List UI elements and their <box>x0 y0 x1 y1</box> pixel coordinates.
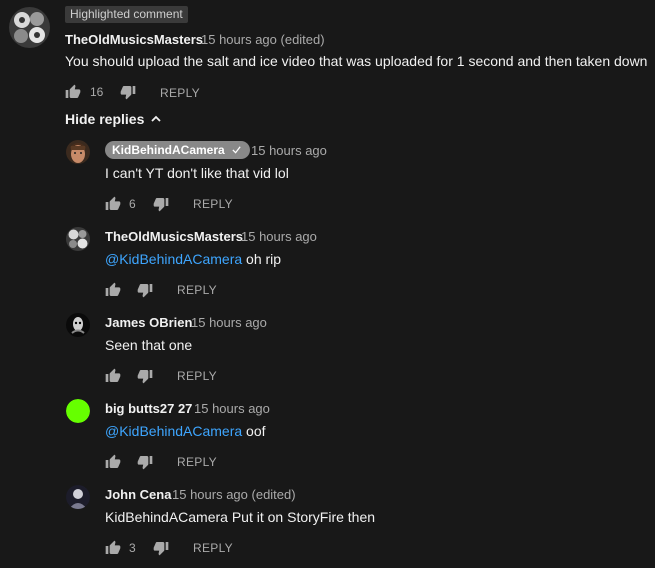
reply-text-container: @KidBehindACamera oh rip <box>105 251 281 267</box>
avatar-image <box>66 399 90 423</box>
avatar-image <box>66 227 90 251</box>
thumb-down-icon[interactable] <box>153 540 169 556</box>
reply-button[interactable]: REPLY <box>193 541 233 555</box>
mention-link[interactable]: @KidBehindACamera <box>105 423 242 439</box>
avatar-image <box>66 313 90 337</box>
thumb-up-icon[interactable] <box>65 84 81 100</box>
mention-link[interactable]: @KidBehindACamera <box>105 251 242 267</box>
reply-timestamp[interactable]: 15 hours ago <box>251 143 327 158</box>
reply-button[interactable]: REPLY <box>177 455 217 469</box>
thumb-up-icon[interactable] <box>105 196 121 212</box>
reply-timestamp[interactable]: 15 hours ago <box>191 315 267 330</box>
reply-text-container: @KidBehindACamera oof <box>105 423 266 439</box>
reply-author[interactable]: big butts27 27 <box>105 401 192 416</box>
reply-timestamp[interactable]: 15 hours ago <box>194 401 270 416</box>
avatar-big-butts27[interactable] <box>66 399 90 423</box>
avatar-kidbehindacamera[interactable] <box>66 140 90 164</box>
reply-text: KidBehindACamera Put it on StoryFire the… <box>105 509 376 525</box>
reply-button[interactable]: REPLY <box>160 86 200 100</box>
reply-button[interactable]: REPLY <box>193 197 233 211</box>
reply-text: oh rip <box>242 251 282 267</box>
thumb-down-icon[interactable] <box>137 454 153 470</box>
reply-author: KidBehindACamera <box>112 143 225 157</box>
author-pill[interactable]: KidBehindACamera <box>105 141 251 159</box>
avatar-image <box>66 485 90 509</box>
comment-text: You should upload the salt and ice video… <box>65 53 648 69</box>
chevron-up-icon <box>151 115 161 122</box>
thumb-up-icon[interactable] <box>105 368 121 384</box>
avatar-james-obrien[interactable] <box>66 313 90 337</box>
hide-replies-label: Hide replies <box>65 111 145 127</box>
comment-author[interactable]: TheOldMusicsMasters <box>65 32 203 47</box>
avatar-image <box>9 7 50 48</box>
thumb-up-icon[interactable] <box>105 282 121 298</box>
reply-text: oof <box>242 423 266 439</box>
comment-timestamp[interactable]: 15 hours ago (edited) <box>201 32 325 47</box>
reply-timestamp[interactable]: 15 hours ago <box>241 229 317 244</box>
thumb-up-icon[interactable] <box>105 454 121 470</box>
thumb-down-icon[interactable] <box>137 282 153 298</box>
reply-author[interactable]: John Cena <box>105 487 171 502</box>
thumb-down-icon[interactable] <box>153 196 169 212</box>
like-count: 16 <box>90 85 104 99</box>
avatar-theoldmusicsmasters[interactable] <box>66 227 90 251</box>
thumb-down-icon[interactable] <box>120 84 136 100</box>
checkmark-icon <box>232 146 241 154</box>
reply-text: Seen that one <box>105 337 193 353</box>
highlighted-comment-badge: Highlighted comment <box>65 6 188 23</box>
avatar-john-cena[interactable] <box>66 485 90 509</box>
hide-replies-button[interactable]: Hide replies <box>65 111 162 127</box>
like-count: 6 <box>129 197 136 211</box>
reply-text: I can't YT don't like that vid lol <box>105 165 289 181</box>
reply-author[interactable]: TheOldMusicsMasters <box>105 229 243 244</box>
like-count: 3 <box>129 541 136 555</box>
reply-author[interactable]: James OBrien <box>105 315 192 330</box>
reply-button[interactable]: REPLY <box>177 369 217 383</box>
reply-timestamp[interactable]: 15 hours ago (edited) <box>172 487 296 502</box>
avatar-theoldmusicsmasters[interactable] <box>9 7 50 48</box>
thumb-down-icon[interactable] <box>137 368 153 384</box>
thumb-up-icon[interactable] <box>105 540 121 556</box>
reply-button[interactable]: REPLY <box>177 283 217 297</box>
avatar-image <box>66 140 90 164</box>
